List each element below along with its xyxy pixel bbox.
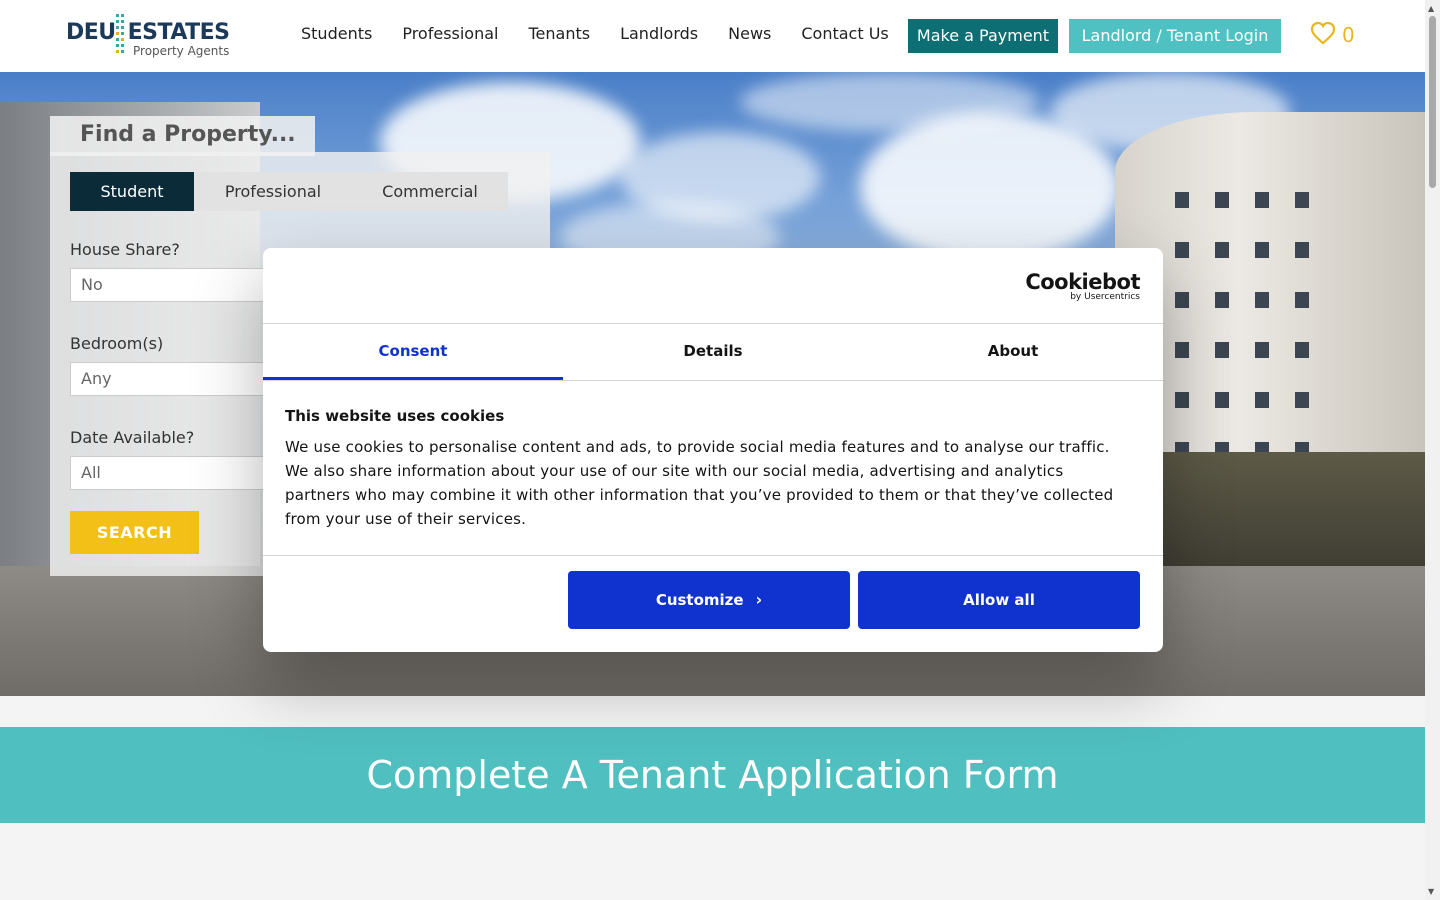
chevron-right-icon: › [755,590,763,609]
nav-landlords[interactable]: Landlords [620,24,698,43]
date-available-label: Date Available? [70,428,195,447]
find-property-title: Find a Property... [80,122,296,147]
scrollbar-thumb[interactable] [1429,16,1436,188]
cookie-consent-dialog: Cookiebot by Usercentrics Consent Detail… [263,248,1163,652]
make-payment-button[interactable]: Make a Payment [908,19,1058,53]
landlord-tenant-login-button[interactable]: Landlord / Tenant Login [1069,19,1281,53]
tab-professional[interactable]: Professional [194,172,352,211]
cookie-description: We use cookies to personalise content an… [285,438,1114,528]
tab-student[interactable]: Student [70,172,194,211]
house-share-label: House Share? [70,240,180,259]
logo-subtitle: Property Agents [133,44,230,58]
tab-consent[interactable]: Consent [263,324,563,380]
customize-button[interactable]: Customize › [568,571,850,629]
tab-about[interactable]: About [863,324,1163,380]
nav-professional[interactable]: Professional [402,24,498,43]
banner-title: Complete A Tenant Application Form [366,753,1059,797]
bedrooms-label: Bedroom(s) [70,334,164,353]
customize-label: Customize [655,591,744,609]
search-type-tabs: Student Professional Commercial [70,172,508,211]
tab-commercial[interactable]: Commercial [352,172,508,211]
nav-news[interactable]: News [728,24,771,43]
cookie-tabs: Consent Details About [263,323,1163,381]
main-nav: Students Professional Tenants Landlords … [301,24,919,43]
nav-students[interactable]: Students [301,24,372,43]
nav-tenants[interactable]: Tenants [528,24,590,43]
heart-icon [1310,21,1336,49]
allow-all-button[interactable]: Allow all [858,571,1140,629]
scroll-down-arrow-icon[interactable]: ▼ [1428,887,1434,896]
site-logo[interactable]: DEU ESTATES Property Agents [66,12,236,60]
cookiebot-logo: Cookiebot by Usercentrics [1025,270,1140,302]
find-property-tab: Find a Property... [50,116,315,156]
logo-dots-icon [116,12,126,58]
logo-wordmark: DEU ESTATES [66,20,230,45]
site-header: DEU ESTATES Property Agents Students Prof… [0,0,1425,72]
cookie-divider [263,555,1163,556]
scroll-up-arrow-icon[interactable]: ▲ [1428,4,1434,13]
favourites-count: 0 [1342,23,1355,47]
tenant-application-banner[interactable]: Complete A Tenant Application Form [0,727,1425,823]
cookie-title: This website uses cookies [285,407,505,425]
search-button[interactable]: SEARCH [70,511,199,554]
page-scrollbar[interactable]: ▲ ▼ [1425,0,1440,900]
tab-details[interactable]: Details [563,324,863,380]
favourites-link[interactable]: 0 [1310,21,1355,49]
nav-contact-us[interactable]: Contact Us [801,24,888,43]
